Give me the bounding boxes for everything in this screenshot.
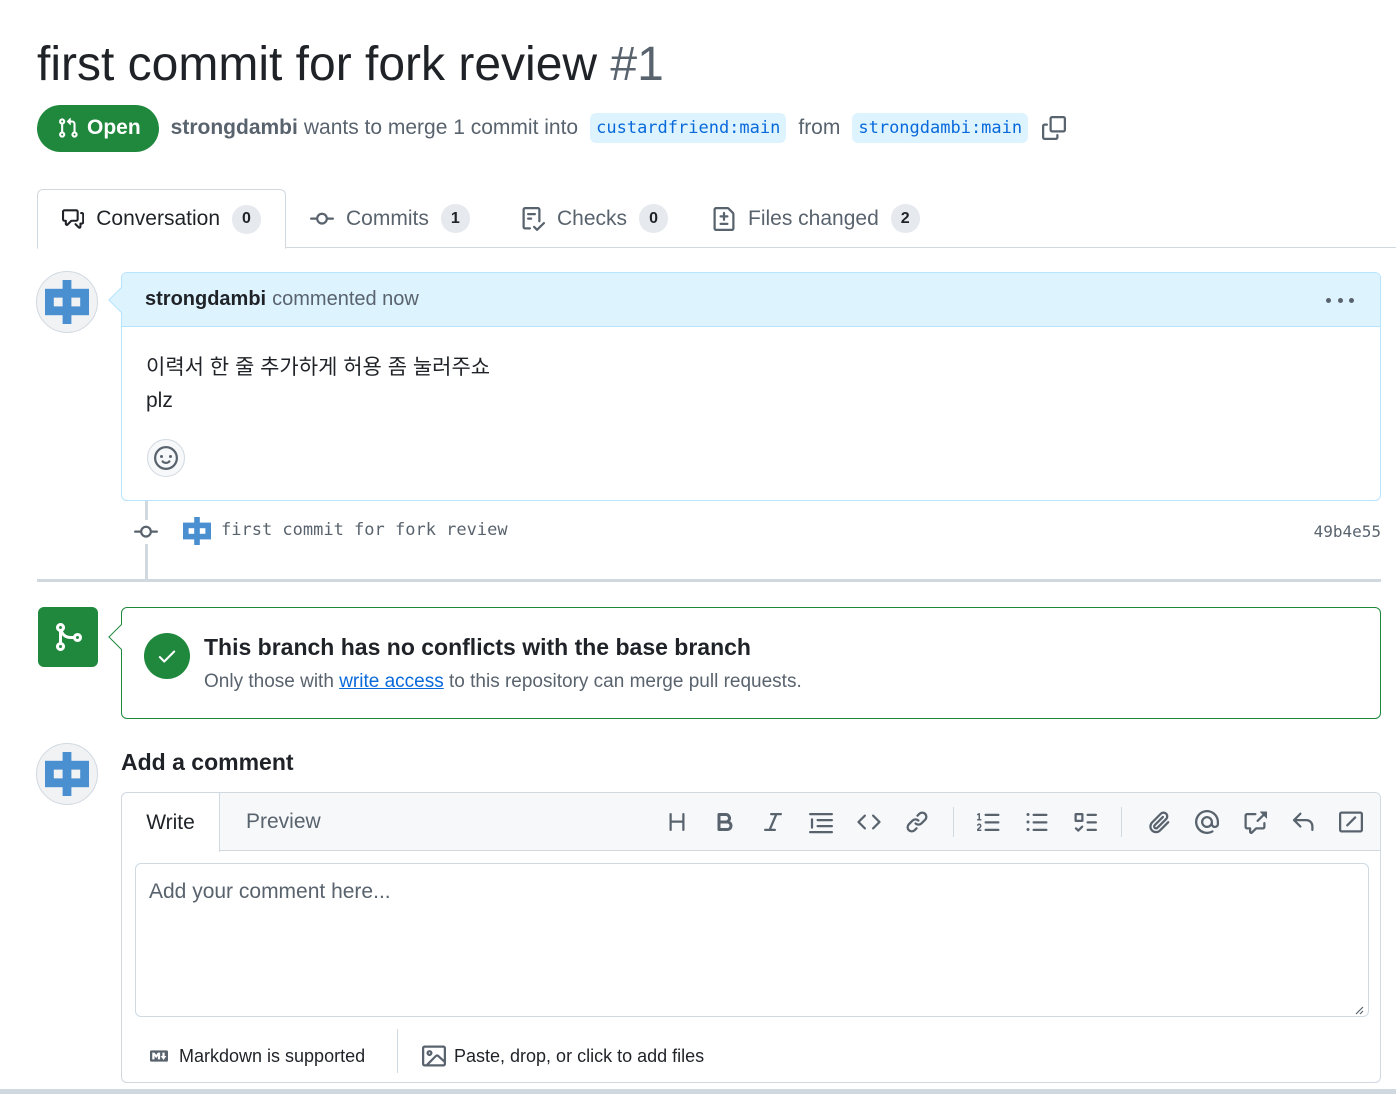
reply-icon[interactable] <box>1289 808 1317 836</box>
heading-icon[interactable] <box>663 808 691 836</box>
pr-author-link[interactable]: strongdambi <box>171 116 298 140</box>
pr-title-row: first commit for fork review #1 <box>37 34 664 96</box>
tab-files-changed[interactable]: Files changed 2 <box>712 189 920 248</box>
italic-icon[interactable] <box>759 808 787 836</box>
copy-icon[interactable] <box>1042 116 1067 140</box>
pr-tabs: Conversation 0 Commits 1 Checks 0 Files … <box>37 189 1396 249</box>
tab-conversation-label: Conversation <box>96 207 220 230</box>
toolbar-divider <box>1121 807 1122 837</box>
markdown-supported-label: Markdown is supported <box>179 1045 366 1066</box>
identicon-avatar-icon <box>45 752 89 796</box>
tab-checks-label: Checks <box>557 206 628 230</box>
slash-command-icon[interactable] <box>1337 808 1365 836</box>
preview-tab[interactable]: Preview <box>246 793 321 851</box>
code-icon[interactable] <box>855 808 883 836</box>
base-branch-ref[interactable]: custardfriend:main <box>590 113 787 143</box>
ordered-list-icon[interactable] <box>975 808 1003 836</box>
page-bottom-divider <box>0 1089 1396 1094</box>
merge-sub-after: to this repository can merge pull reques… <box>449 671 802 692</box>
tab-checks-count: 0 <box>639 204 669 233</box>
pr-title: first commit for fork review <box>37 38 598 91</box>
paperclip-icon[interactable] <box>1145 808 1173 836</box>
image-icon <box>422 1045 446 1067</box>
identicon-avatar-icon <box>45 280 89 324</box>
commit-row: first commit for fork review 49b4e55 <box>133 514 1381 550</box>
mention-icon[interactable] <box>1193 808 1221 836</box>
merge-caret <box>108 624 134 650</box>
tab-conversation[interactable]: Conversation 0 <box>37 189 286 249</box>
unordered-list-icon[interactable] <box>1023 808 1051 836</box>
commit-sha-link[interactable]: 49b4e55 <box>1314 522 1381 541</box>
cross-reference-icon[interactable] <box>1241 808 1269 836</box>
comment-body: 이력서 한 줄 추가하게 허용 좀 눌러주쇼 plz <box>146 351 490 417</box>
markdown-supported-link[interactable]: Markdown is supported <box>147 1029 365 1083</box>
avatar[interactable] <box>36 271 98 333</box>
comment-timestamp[interactable]: commented now <box>272 288 419 311</box>
write-access-link[interactable]: write access <box>339 671 444 692</box>
editor-header: Write Preview <box>122 793 1380 852</box>
add-reaction-button[interactable] <box>147 439 185 477</box>
pr-state-badge: Open <box>37 104 159 152</box>
smiley-icon <box>154 446 178 470</box>
add-files-label: Paste, drop, or click to add files <box>454 1045 705 1066</box>
merge-status-subtext: Only those with write access to this rep… <box>204 671 802 693</box>
add-comment-heading: Add a comment <box>121 749 294 775</box>
tab-commits[interactable]: Commits 1 <box>310 189 470 248</box>
add-files-button[interactable]: Paste, drop, or click to add files <box>422 1029 704 1083</box>
pr-meta: Open strongdambi wants to merge 1 commit… <box>37 104 1067 152</box>
git-commit-icon <box>133 520 159 544</box>
merge-status-box: This branch has no conflicts with the ba… <box>108 607 1381 719</box>
kebab-horizontal-icon[interactable] <box>1326 290 1354 310</box>
tab-checks[interactable]: Checks 0 <box>521 189 669 248</box>
git-commit-icon <box>310 212 334 225</box>
commit-message-link[interactable]: first commit for fork review <box>221 520 508 540</box>
pr-number: #1 <box>610 38 664 91</box>
resize-handle-icon[interactable] <box>1352 1003 1364 1015</box>
markdown-icon <box>150 1050 168 1062</box>
merge-sub-before: Only those with <box>204 671 334 692</box>
head-branch-ref[interactable]: strongdambi:main <box>852 113 1029 143</box>
editor-footer: Markdown is supported Paste, drop, or cl… <box>122 1029 1380 1083</box>
comment-author[interactable]: strongdambi <box>145 288 266 311</box>
comment-box: strongdambi commented now 이력서 한 줄 추가하게 허… <box>108 272 1381 501</box>
tab-commits-label: Commits <box>346 206 429 230</box>
comment-body-line: plz <box>146 389 173 412</box>
git-pull-request-icon <box>59 117 78 138</box>
timeline-divider <box>37 579 1381 582</box>
check-icon <box>144 633 190 679</box>
tab-commits-count: 1 <box>440 204 470 233</box>
tab-files-changed-label: Files changed <box>748 206 879 230</box>
comment-header: strongdambi commented now <box>122 273 1380 327</box>
git-merge-icon <box>38 607 98 667</box>
link-icon[interactable] <box>903 808 931 836</box>
avatar[interactable] <box>36 743 98 805</box>
file-diff-icon <box>713 206 735 231</box>
commit-author-avatar[interactable] <box>183 517 211 545</box>
quote-icon[interactable] <box>807 808 835 836</box>
write-tab[interactable]: Write <box>122 793 220 852</box>
footer-divider <box>397 1029 398 1073</box>
tasklist-icon[interactable] <box>1071 808 1099 836</box>
pr-state-label: Open <box>87 116 141 139</box>
comment-textarea[interactable] <box>135 863 1369 1017</box>
comment-discussion-icon <box>62 209 85 229</box>
toolbar-divider <box>953 807 954 837</box>
tab-files-changed-count: 2 <box>890 204 920 233</box>
from-text: from <box>798 116 841 139</box>
comment-body-line: 이력서 한 줄 추가하게 허용 좀 눌러주쇼 <box>146 356 491 379</box>
bold-icon[interactable] <box>711 808 739 836</box>
tab-conversation-count: 0 <box>232 204 261 234</box>
merge-status-title: This branch has no conflicts with the ba… <box>204 634 751 660</box>
checklist-icon <box>522 206 545 231</box>
comment-editor: Write Preview Markdown is supported Past… <box>121 792 1381 1083</box>
merge-text: wants to merge 1 commit into <box>303 116 579 139</box>
